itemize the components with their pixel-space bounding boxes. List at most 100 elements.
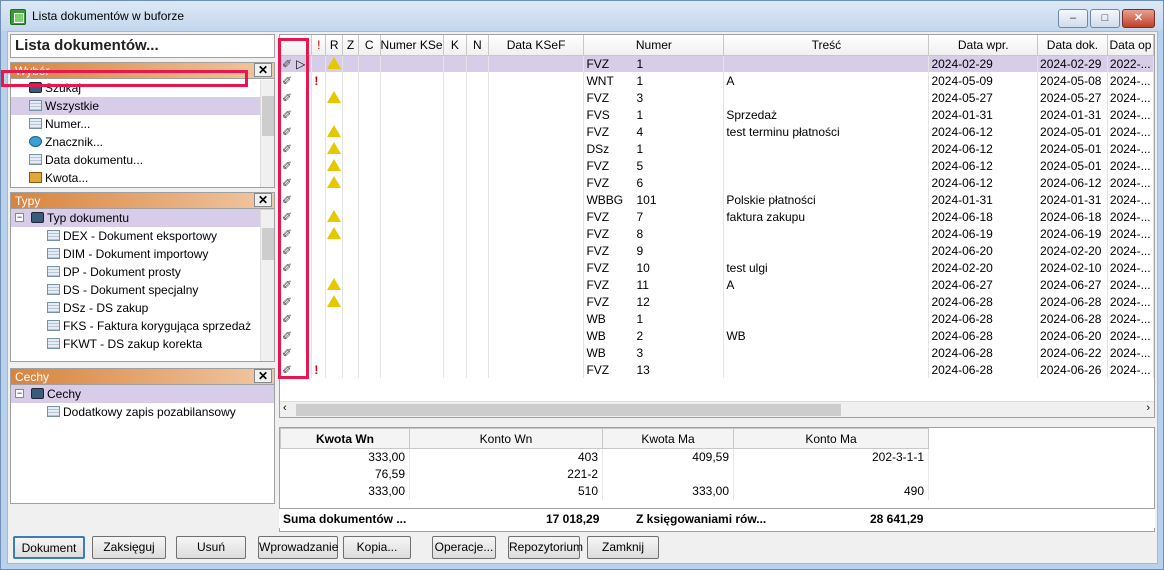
r-cell: [325, 123, 344, 140]
numer-cell: FVZ 8: [583, 225, 725, 242]
table-row[interactable]: ✐ FVZ 9 2024-06-20 2024-02-20 2024-...: [280, 242, 1154, 259]
maximize-button[interactable]: □: [1090, 9, 1120, 28]
table-row[interactable]: ✐ WB 1 2024-06-28 2024-06-28 2024-...: [280, 310, 1154, 327]
postings-header[interactable]: Kwota Ma: [602, 428, 734, 449]
column-header[interactable]: !: [311, 35, 327, 56]
table-row[interactable]: ✐ FVZ 8 2024-06-19 2024-06-19 2024-...: [280, 225, 1154, 242]
r-cell: [325, 310, 344, 327]
empty-cell: [342, 344, 359, 361]
zaksieguj-button[interactable]: Zaksięguj: [92, 536, 166, 559]
column-header[interactable]: C: [358, 35, 381, 56]
tree-item-cecha[interactable]: Dodatkowy zapis pozabilansowy: [11, 403, 274, 421]
tree-root-cechy[interactable]: − Cechy: [11, 385, 274, 403]
column-header[interactable]: Data dok.: [1037, 35, 1108, 56]
column-header[interactable]: N: [466, 35, 489, 56]
table-row[interactable]: ✐ FVZ 5 2024-06-12 2024-05-01 2024-...: [280, 157, 1154, 174]
usun-button[interactable]: Usuń: [176, 536, 246, 559]
postings-cell: [602, 465, 734, 483]
postings-row[interactable]: 333,00 510 333,00 490: [280, 482, 929, 500]
column-header[interactable]: Data wpr.: [928, 35, 1039, 56]
dokument-button[interactable]: Dokument: [13, 536, 85, 559]
data-dok-cell: 2024-06-22: [1037, 344, 1108, 361]
tree-item-typ[interactable]: FKS - Faktura korygująca sprzedaż: [11, 317, 274, 335]
table-row[interactable]: ✐ WB 2 WB 2024-06-28 2024-06-20 2024-...: [280, 327, 1154, 344]
column-header[interactable]: Data KSeF: [488, 35, 585, 56]
tree-root-typ-dokumentu[interactable]: − Typ dokumentu: [11, 209, 274, 227]
wybor-item[interactable]: Znacznik...: [11, 133, 274, 151]
table-row[interactable]: ✐ FVS 1 Sprzedaż 2024-01-31 2024-01-31 2024-..…: [280, 106, 1154, 123]
list-icon: [47, 320, 60, 331]
wybor-close-button[interactable]: ✕: [254, 63, 272, 77]
wybor-scrollbar[interactable]: [260, 80, 274, 187]
wybor-item[interactable]: Kwota...: [11, 169, 274, 187]
postings-header[interactable]: Konto Ma: [733, 428, 929, 449]
close-button[interactable]: ✕: [1122, 9, 1155, 28]
tree-item-typ[interactable]: DIM - Dokument importowy: [11, 245, 274, 263]
tresc-cell: A: [723, 276, 930, 293]
minimize-button[interactable]: –: [1058, 9, 1088, 28]
empty-cell: [358, 344, 381, 361]
table-row[interactable]: ✐ FVZ 11 A 2024-06-27 2024-06-27 2024-...: [280, 276, 1154, 293]
typy-scrollbar[interactable]: [260, 210, 274, 361]
scroll-left-icon[interactable]: ‹: [283, 402, 287, 414]
data-op-cell: 2024-...: [1107, 361, 1154, 378]
empty-cell: [342, 123, 359, 140]
empty-cell: [342, 327, 359, 344]
table-row[interactable]: ✐ FVZ 4 test terminu płatności 2024-06-12 202…: [280, 123, 1154, 140]
scroll-right-icon[interactable]: ›: [1146, 402, 1150, 414]
empty-cell: [488, 293, 585, 310]
summary-label-1: Suma dokumentów ...: [283, 512, 407, 526]
data-op-cell: 2024-...: [1107, 208, 1154, 225]
table-row[interactable]: ✐ FVZ 3 2024-05-27 2024-05-27 2024-...: [280, 89, 1154, 106]
summary-label-2: Z księgowaniami rów...: [636, 512, 767, 526]
grid-hscrollbar[interactable]: ‹ ›: [280, 401, 1154, 417]
wybor-item[interactable]: Data dokumentu...: [11, 151, 274, 169]
table-row[interactable]: ✐ WBBG 101 Polskie płatności 2024-01-31 2024-…: [280, 191, 1154, 208]
column-header[interactable]: Numer: [583, 35, 725, 56]
repozytorium-button[interactable]: Repozytorium: [508, 536, 583, 559]
tresc-cell: [723, 157, 930, 174]
postings-header[interactable]: Konto Wn: [409, 428, 603, 449]
tree-item-typ[interactable]: DSz - DS zakup: [11, 299, 274, 317]
data-dok-cell: 2024-06-20: [1037, 327, 1108, 344]
empty-cell: [488, 225, 585, 242]
column-header[interactable]: Numer KSe: [380, 35, 444, 56]
column-header[interactable]: Z: [342, 35, 359, 56]
collapse-icon[interactable]: −: [15, 389, 24, 398]
operacje-button[interactable]: Operacje...: [432, 536, 496, 559]
table-row[interactable]: ✐ ▷ FVZ 1 2024-02-29 2024-02-29 2022-...: [280, 55, 1154, 72]
column-header[interactable]: R: [325, 35, 344, 56]
column-header[interactable]: K: [443, 35, 468, 56]
collapse-icon[interactable]: −: [15, 213, 24, 222]
client-area: Lista dokumentów... Wybór ✕ Szukaj Wszystk…: [7, 31, 1158, 564]
table-row[interactable]: ✐! FVZ 13 2024-06-28 2024-06-26 2024-...: [280, 361, 1154, 378]
table-row[interactable]: ✐ FVZ 6 2024-06-12 2024-06-12 2024-...: [280, 174, 1154, 191]
table-row[interactable]: ✐! WNT 1 A 2024-05-09 2024-05-08 2024-...: [280, 72, 1154, 89]
tree-item-typ[interactable]: DP - Dokument prosty: [11, 263, 274, 281]
empty-cell: [358, 191, 381, 208]
tree-item-typ[interactable]: FKWT - DS zakup korekta: [11, 335, 274, 353]
wybor-item[interactable]: Wszystkie: [11, 97, 274, 115]
tree-item-typ[interactable]: DS - Dokument specjalny: [11, 281, 274, 299]
column-header[interactable]: Data op: [1107, 35, 1154, 56]
table-row[interactable]: ✐ FVZ 12 2024-06-28 2024-06-28 2024-...: [280, 293, 1154, 310]
doc-number: 9: [636, 243, 644, 258]
typy-close-button[interactable]: ✕: [254, 193, 272, 207]
wprowadzanie-button[interactable]: Wprowadzanie: [258, 536, 338, 559]
postings-row[interactable]: 76,59 221-2: [280, 465, 929, 483]
table-row[interactable]: ✐ FVZ 10 test ulgi 2024-02-20 2024-02-10 2024-…: [280, 259, 1154, 276]
kopia-button[interactable]: Kopia...: [343, 536, 411, 559]
postings-header[interactable]: Kwota Wn: [280, 428, 410, 449]
tree-item-typ[interactable]: DEX - Dokument eksportowy: [11, 227, 274, 245]
table-row[interactable]: ✐ FVZ 7 faktura zakupu 2024-06-18 2024-06-18 2…: [280, 208, 1154, 225]
table-row[interactable]: ✐ DSz 1 2024-06-12 2024-05-01 2024-...: [280, 140, 1154, 157]
table-row[interactable]: ✐ WB 3 2024-06-28 2024-06-22 2024-...: [280, 344, 1154, 361]
wybor-item[interactable]: Numer...: [11, 115, 274, 133]
cechy-header: Cechy ✕: [11, 369, 274, 385]
zamknij-button[interactable]: Zamknij: [587, 536, 659, 559]
postings-row[interactable]: 333,00 403 409,59 202-3-1-1: [280, 448, 929, 466]
documents-table: ! R Z C Numer KSe K N Data KSeF Numer Treść Data w…: [280, 35, 1154, 378]
empty-cell: [443, 361, 468, 378]
column-header[interactable]: Treść: [723, 35, 930, 56]
cechy-close-button[interactable]: ✕: [254, 369, 272, 383]
